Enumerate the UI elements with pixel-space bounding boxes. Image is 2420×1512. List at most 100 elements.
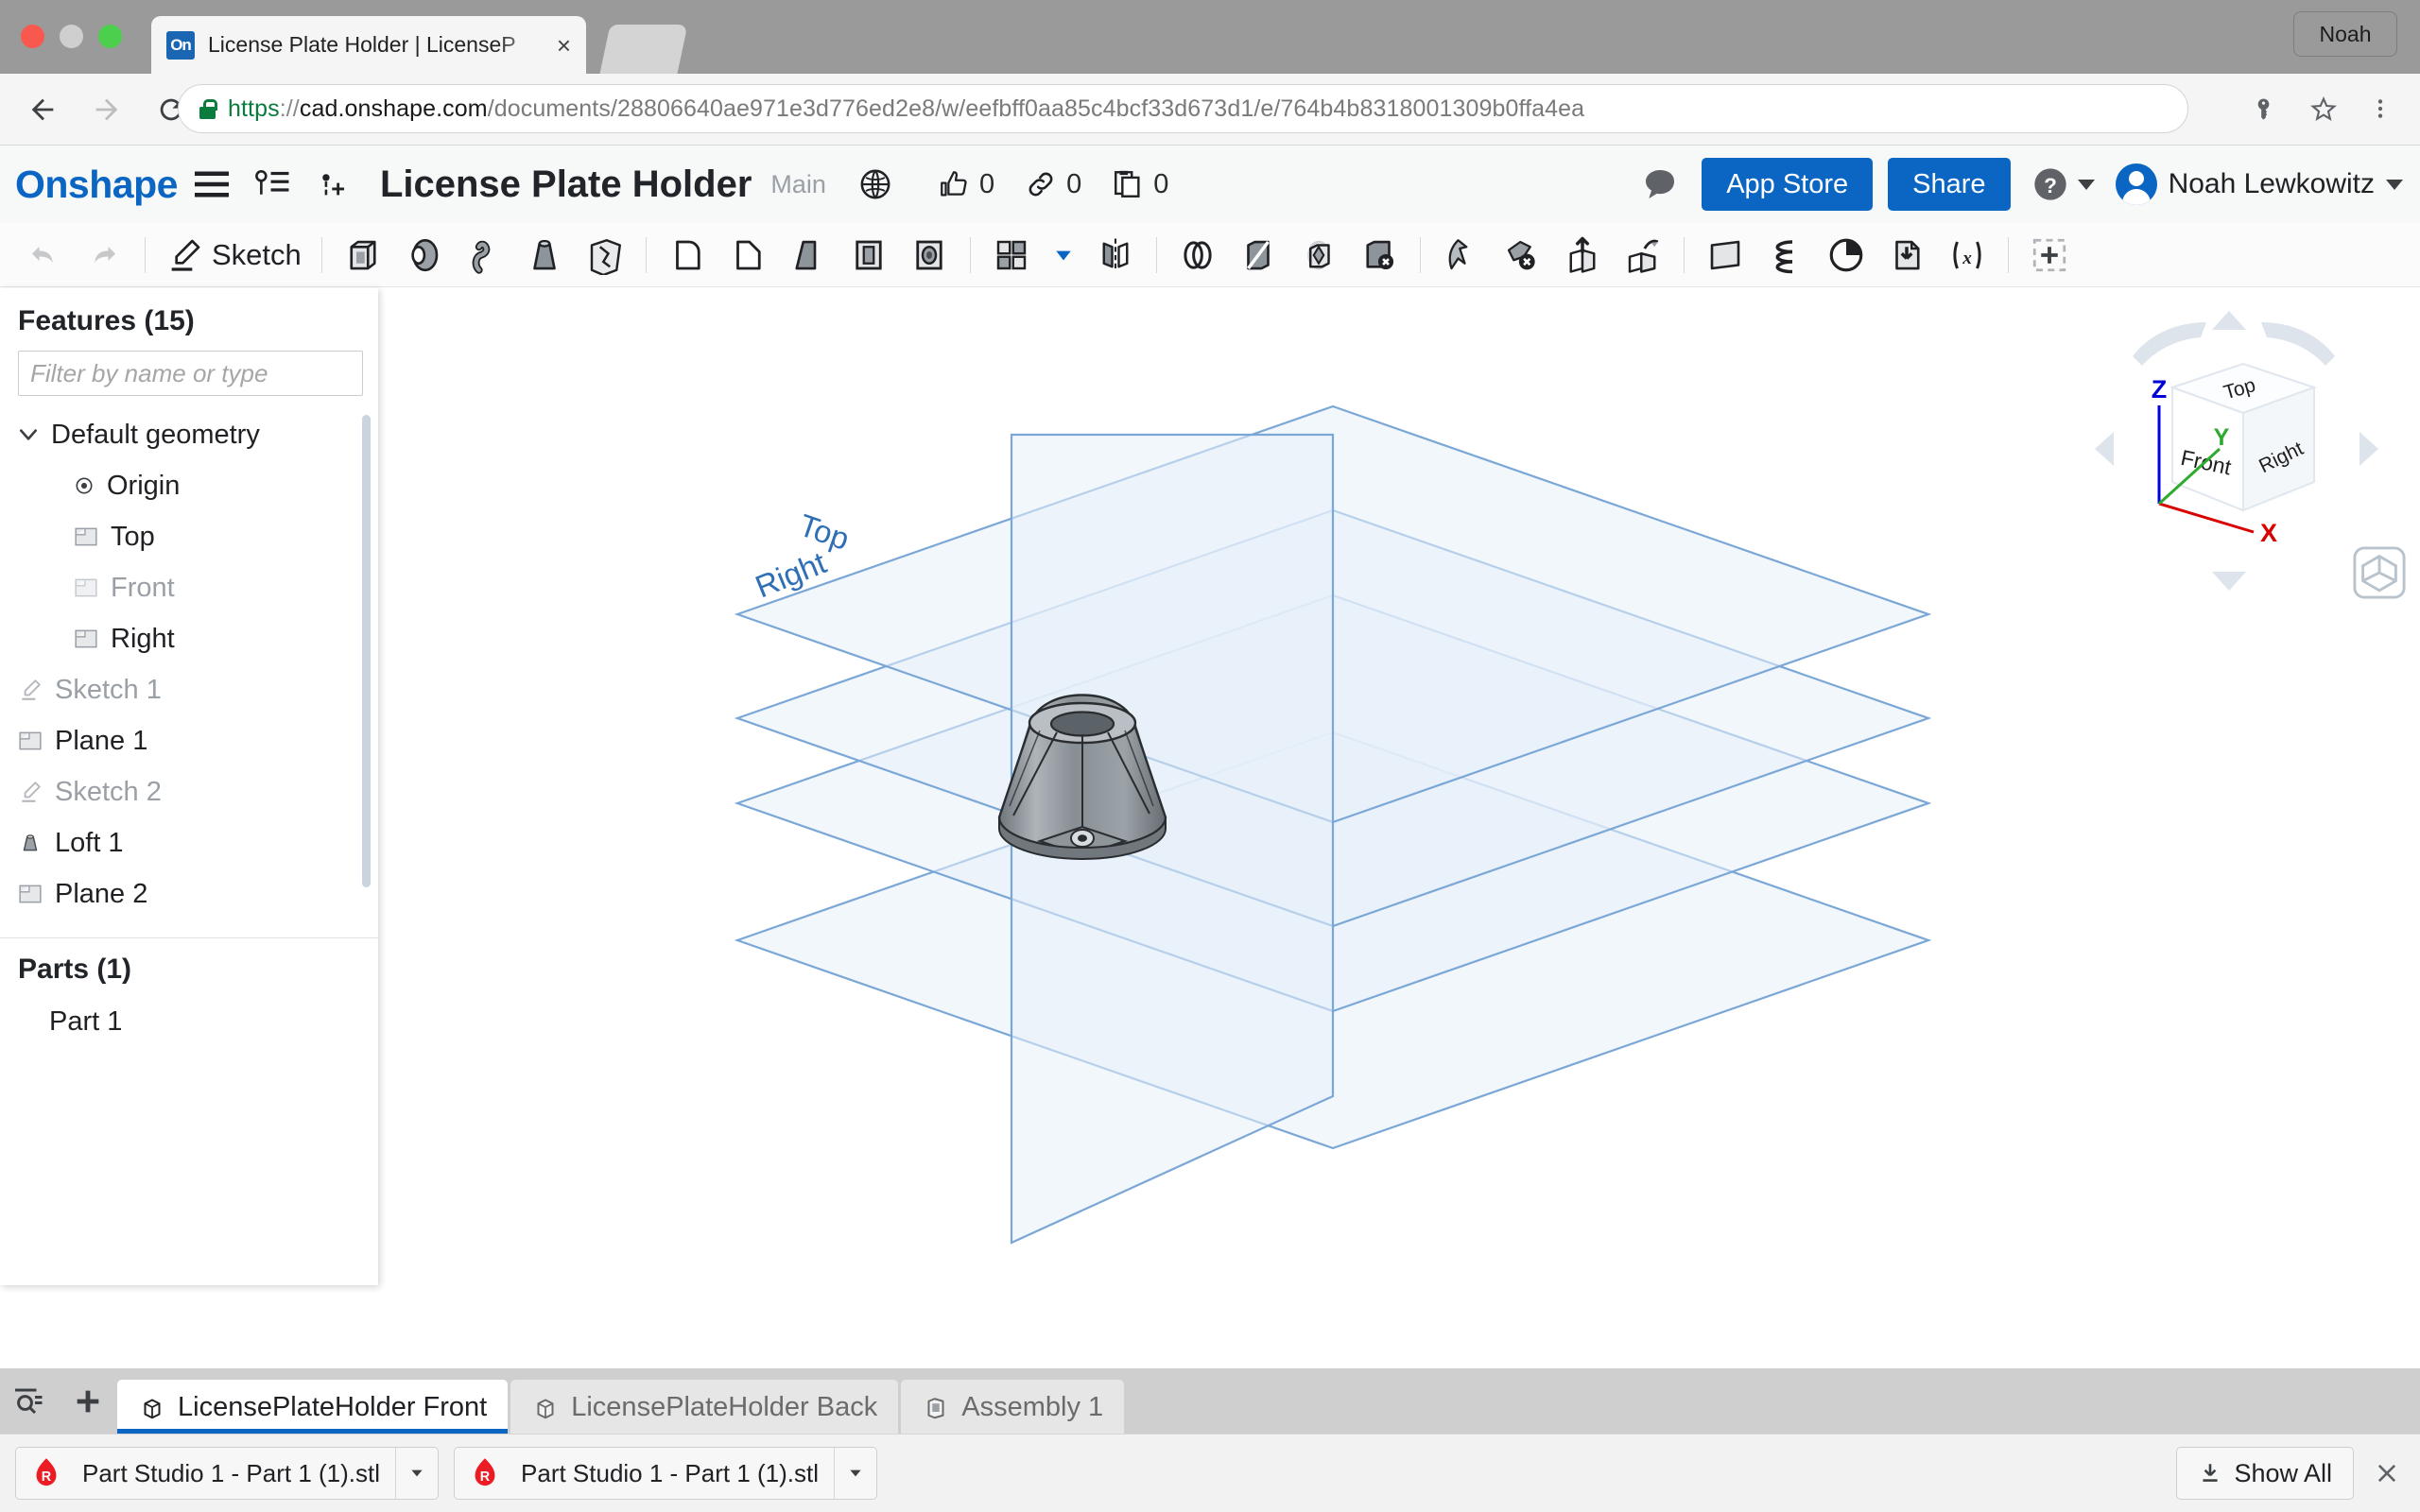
download-menu-icon[interactable] — [395, 1448, 438, 1499]
loft-icon[interactable] — [514, 229, 575, 282]
import-icon[interactable] — [1552, 229, 1613, 282]
derive-icon[interactable] — [1876, 229, 1937, 282]
mirror-icon[interactable] — [1085, 229, 1146, 282]
axis-label-x: X — [2260, 519, 2277, 547]
delete-part-icon[interactable] — [1492, 229, 1552, 282]
helix-icon[interactable] — [1755, 229, 1816, 282]
onshape-logo[interactable]: Onshape — [15, 163, 178, 207]
feature-label: Right — [111, 623, 175, 654]
revolve-icon[interactable] — [393, 229, 454, 282]
download-menu-icon[interactable] — [834, 1448, 876, 1499]
back-arrow-icon[interactable] — [13, 87, 72, 132]
feature-row-plane-1[interactable]: Plane 1 — [0, 715, 378, 766]
shell-icon[interactable] — [838, 229, 899, 282]
share-button[interactable]: Share — [1888, 158, 2011, 211]
minimize-window-button[interactable] — [60, 25, 83, 48]
url-host: cad.onshape.com — [299, 94, 488, 122]
browser-profile-button[interactable]: Noah — [2293, 11, 2397, 57]
globe-icon[interactable] — [849, 158, 902, 211]
tab-search-icon[interactable] — [0, 1368, 59, 1435]
version-graph-icon[interactable] — [246, 158, 299, 211]
view-orientation-icon[interactable] — [2352, 545, 2407, 600]
window-controls — [21, 25, 122, 48]
maximize-window-button[interactable] — [98, 25, 122, 48]
pattern-icon[interactable] — [981, 229, 1042, 282]
add-tab-icon[interactable] — [59, 1368, 117, 1435]
feature-row-sketch-1[interactable]: Sketch 1 — [0, 664, 378, 715]
move-face-icon[interactable] — [1431, 229, 1492, 282]
feature-tree-scrollbar[interactable] — [362, 415, 371, 887]
chevron-down-icon — [2386, 179, 2403, 190]
more-menu-icon[interactable] — [2354, 85, 2407, 132]
redo-icon[interactable] — [74, 229, 134, 282]
close-icon[interactable] — [2354, 1440, 2420, 1506]
feature-row-sketch-3[interactable]: Sketch 3 — [0, 919, 378, 935]
key-icon[interactable] — [2240, 85, 2293, 132]
app-store-button[interactable]: App Store — [1702, 158, 1874, 211]
part-row[interactable]: Part 1 — [0, 986, 378, 1038]
delete-face-icon[interactable] — [1349, 229, 1409, 282]
undo-icon[interactable] — [13, 229, 74, 282]
draft-icon[interactable] — [778, 229, 838, 282]
feature-row-right[interactable]: Right — [0, 613, 378, 664]
graphics-viewport[interactable]: Top Right Top Right Z X Y — [378, 288, 2420, 1354]
feature-tree[interactable]: Default geometry Origin Top Front Right — [0, 409, 378, 934]
feature-row-top[interactable]: Top — [0, 511, 378, 562]
help-icon: ? — [2033, 168, 2066, 200]
browser-tab-strip: On License Plate Holder | LicenseP × Noa… — [0, 0, 2420, 74]
axis-label-y: Y — [2214, 424, 2230, 451]
close-icon[interactable]: × — [557, 33, 571, 58]
feature-label: Plane 2 — [55, 878, 148, 909]
feature-row-loft-1[interactable]: Loft 1 — [0, 817, 378, 868]
sweep-icon[interactable] — [454, 229, 514, 282]
address-bar[interactable]: https://cad.onshape.com/documents/288066… — [178, 84, 2188, 133]
sketch-button[interactable]: Sketch — [156, 229, 311, 282]
url-scheme: https — [228, 94, 280, 122]
plane-icon — [75, 629, 97, 648]
hole-icon[interactable] — [899, 229, 959, 282]
feature-filter-input[interactable]: Filter by name or type — [18, 351, 363, 396]
extrude-icon[interactable] — [333, 229, 393, 282]
add-version-icon[interactable] — [306, 158, 359, 211]
arrow-down-icon — [2212, 572, 2246, 591]
copy-count-group[interactable]: 0 — [1112, 168, 1168, 200]
help-menu[interactable]: ? — [2031, 165, 2095, 203]
view-cube-body[interactable]: Top Front Right — [2169, 362, 2318, 512]
feature-row-sketch-2[interactable]: Sketch 2 — [0, 766, 378, 817]
new-tab-icon[interactable] — [599, 25, 688, 74]
plane-icon[interactable] — [1695, 229, 1755, 282]
download-item[interactable]: R Part Studio 1 - Part 1 (1).stl — [15, 1447, 440, 1500]
split-icon[interactable] — [1228, 229, 1288, 282]
chamfer-icon[interactable] — [717, 229, 778, 282]
forward-arrow-icon[interactable] — [78, 87, 136, 132]
sketch-region-icon[interactable] — [1816, 229, 1876, 282]
hamburger-menu-icon[interactable] — [185, 158, 238, 211]
add-custom-feature-icon[interactable] — [2019, 229, 2080, 282]
fillet-icon[interactable] — [657, 229, 717, 282]
link-count-group[interactable]: 0 — [1025, 168, 1081, 200]
comment-icon[interactable] — [1634, 158, 1686, 211]
close-window-button[interactable] — [21, 25, 44, 48]
transform-icon[interactable] — [1288, 229, 1349, 282]
tab-licenseplateholder-front[interactable]: LicensePlateHolder Front — [117, 1380, 509, 1435]
boolean-icon[interactable] — [1167, 229, 1228, 282]
feature-row-plane-2[interactable]: Plane 2 — [0, 868, 378, 919]
show-all-downloads-button[interactable]: Show All — [2176, 1447, 2354, 1500]
user-menu[interactable]: Noah Lewkowitz — [2115, 163, 2403, 205]
tab-licenseplateholder-back[interactable]: LicensePlateHolder Back — [510, 1380, 899, 1435]
star-icon[interactable] — [2297, 85, 2350, 132]
browser-tab[interactable]: On License Plate Holder | LicenseP × — [151, 16, 586, 74]
thicken-icon[interactable] — [575, 229, 635, 282]
feature-label: Default geometry — [51, 419, 260, 450]
download-item[interactable]: R Part Studio 1 - Part 1 (1).stl — [454, 1447, 878, 1500]
tab-assembly-1[interactable]: Assembly 1 — [901, 1380, 1125, 1435]
variable-icon[interactable]: x — [1937, 229, 1997, 282]
pattern-dropdown-icon[interactable] — [1042, 229, 1085, 282]
export-icon[interactable] — [1613, 229, 1673, 282]
feature-row-origin[interactable]: Origin — [0, 460, 378, 511]
feature-row-default-geometry[interactable]: Default geometry — [0, 409, 378, 460]
workspace-name[interactable]: Main — [770, 170, 826, 199]
like-count-group[interactable]: 0 — [938, 168, 994, 200]
document-counts: 0 0 0 — [938, 168, 1191, 200]
feature-row-front[interactable]: Front — [0, 562, 378, 613]
